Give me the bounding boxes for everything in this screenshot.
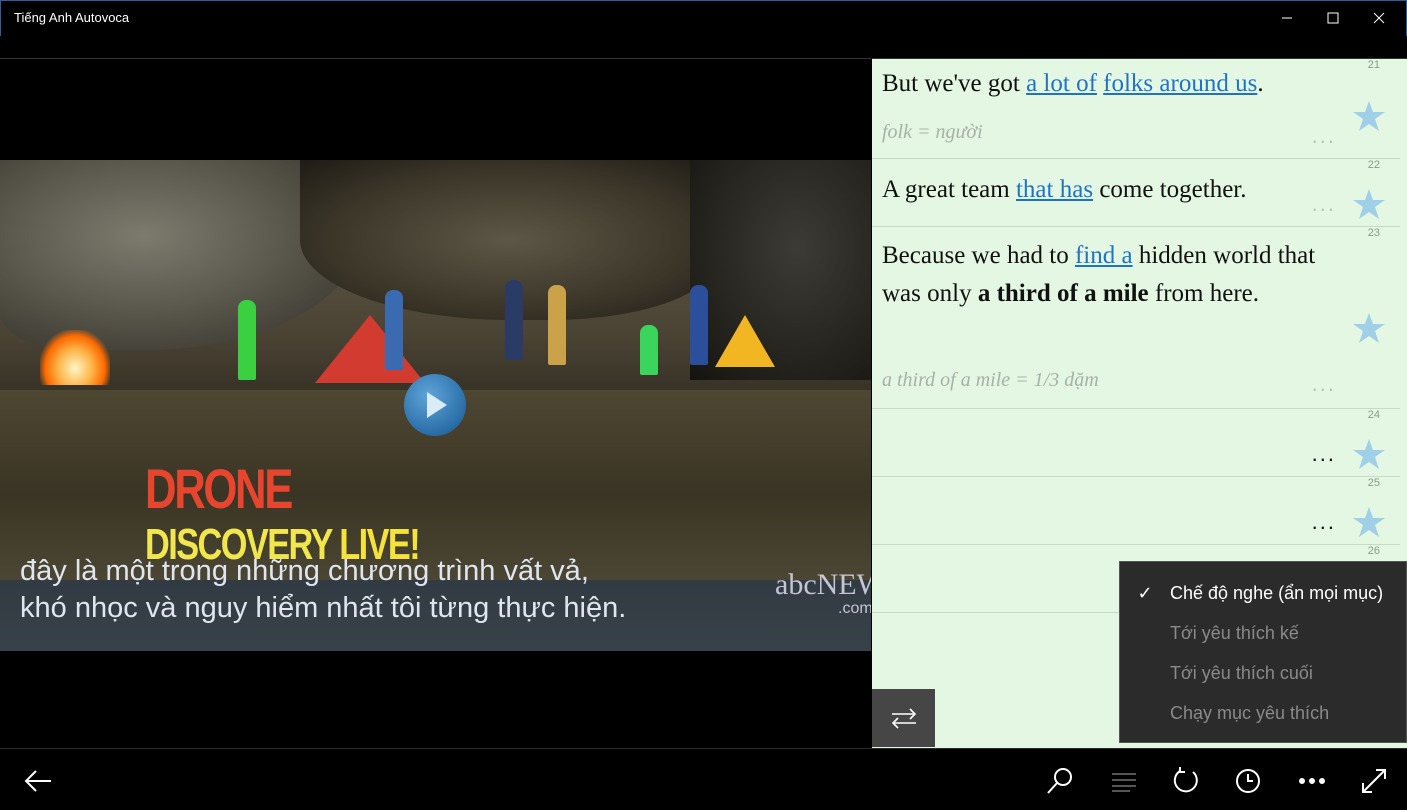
minimize-icon xyxy=(1282,17,1292,19)
highlighted-phrase[interactable]: folks around us xyxy=(1103,70,1257,97)
favorite-star-icon[interactable] xyxy=(1352,99,1386,133)
options-menu: ✓ Chế độ nghe (ẩn mọi mục) Tới yêu thích… xyxy=(1119,561,1407,743)
sentence-text: come together. xyxy=(1093,176,1247,203)
highlighted-phrase[interactable]: a lot of xyxy=(1026,70,1097,97)
sentence-text: . xyxy=(1257,70,1264,97)
maximize-button[interactable] xyxy=(1310,1,1356,35)
swap-arrows-icon xyxy=(891,708,916,729)
repeat-button[interactable] xyxy=(1164,759,1208,803)
subtitles-button[interactable] xyxy=(1102,759,1146,803)
transcript-entry[interactable]: 24... xyxy=(872,409,1400,477)
play-icon xyxy=(427,392,447,418)
entry-number: 26 xyxy=(1367,545,1380,557)
transcript-entry[interactable]: 22 A great team that has come together...… xyxy=(872,159,1400,227)
entry-number: 25 xyxy=(1367,477,1380,489)
menu-item-last-favorite[interactable]: Tới yêu thích cuối xyxy=(1120,653,1407,693)
network-logo-sub: .com xyxy=(838,600,871,617)
subtitles-icon xyxy=(1112,773,1136,792)
entry-more-button[interactable]: ... xyxy=(1312,123,1336,149)
fullscreen-button[interactable] xyxy=(1352,759,1396,803)
back-arrow-icon xyxy=(24,770,51,792)
favorite-star-icon[interactable] xyxy=(1352,187,1386,221)
highlighted-phrase[interactable]: that has xyxy=(1016,176,1093,203)
timer-button[interactable] xyxy=(1226,759,1270,803)
transcript-entry[interactable]: 25... xyxy=(872,477,1400,545)
bold-phrase: a third of a mile xyxy=(977,280,1149,307)
close-icon xyxy=(1373,12,1385,24)
entry-note: folk = người xyxy=(882,121,983,143)
entry-more-button[interactable]: ... xyxy=(1312,441,1336,467)
sentence-text: Because we had to xyxy=(882,242,1075,269)
entry-sentence: But we've got a lot of folks around us. xyxy=(882,65,1337,103)
fullscreen-icon xyxy=(1362,769,1386,793)
highlighted-phrase[interactable]: find a xyxy=(1075,242,1133,269)
entry-number: 23 xyxy=(1367,227,1380,239)
sentence-text: But we've got xyxy=(882,70,1027,97)
entry-more-button[interactable]: ... xyxy=(1312,509,1336,535)
app-bar xyxy=(0,748,1407,810)
entry-sentence: A great team that has come together. xyxy=(882,171,1337,209)
maximize-icon xyxy=(1327,12,1339,24)
window-title: Tiếng Anh Autovoca xyxy=(14,10,130,25)
transcript-entry[interactable]: 23 Because we had to find a hidden world … xyxy=(872,227,1400,409)
minimize-button[interactable] xyxy=(1264,1,1310,35)
search-icon xyxy=(1047,768,1072,794)
entry-number: 24 xyxy=(1367,409,1380,421)
repeat-icon xyxy=(1173,767,1198,793)
menu-item-listening-mode[interactable]: ✓ Chế độ nghe (ẩn mọi mục) xyxy=(1120,573,1407,613)
sentence-text: from here. xyxy=(1148,280,1260,307)
entry-number: 21 xyxy=(1367,59,1380,71)
play-button[interactable] xyxy=(404,374,466,436)
entry-more-button[interactable]: ... xyxy=(1312,191,1336,217)
back-button[interactable] xyxy=(16,759,60,803)
entry-note: a third of a mile = 1/3 dặm xyxy=(882,369,1099,391)
menu-item-next-favorite[interactable]: Tới yêu thích kế xyxy=(1120,613,1407,653)
more-button[interactable] xyxy=(1290,759,1334,803)
network-logo: abcNEWS xyxy=(775,568,871,601)
menu-item-play-favorites[interactable]: Chạy mục yêu thích xyxy=(1120,693,1407,733)
favorite-star-icon[interactable] xyxy=(1352,311,1386,345)
entry-number: 22 xyxy=(1367,159,1380,171)
title-bar: Tiếng Anh Autovoca xyxy=(0,0,1407,36)
close-button[interactable] xyxy=(1356,1,1402,35)
favorite-star-icon[interactable] xyxy=(1352,437,1386,471)
subtitle-line-1: đây là một trong những chương trình vất … xyxy=(20,555,589,587)
subtitle-line-2: khó nhọc và nguy hiểm nhất tôi từng thực… xyxy=(20,592,627,624)
transcript-entry[interactable]: 21 But we've got a lot of folks around us… xyxy=(872,59,1400,159)
more-icon xyxy=(1299,778,1325,784)
sentence-text: A great team xyxy=(882,176,1016,203)
clock-icon xyxy=(1236,769,1260,793)
search-button[interactable] xyxy=(1038,759,1082,803)
swap-layout-button[interactable] xyxy=(872,689,935,747)
favorite-star-icon[interactable] xyxy=(1352,505,1386,539)
entry-sentence: Because we had to find a hidden world th… xyxy=(882,237,1337,313)
show-logo-line1: DRONE xyxy=(145,457,293,520)
checkmark-icon: ✓ xyxy=(1137,582,1153,603)
entry-more-button[interactable]: ... xyxy=(1312,371,1336,397)
